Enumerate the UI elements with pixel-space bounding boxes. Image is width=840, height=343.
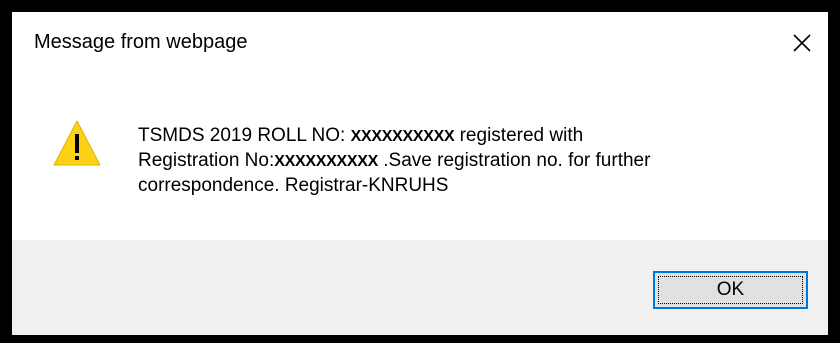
warning-icon — [53, 120, 101, 166]
dialog-message: TSMDS 2019 ROLL NO: XXXXXXXXXX registere… — [138, 124, 798, 198]
ok-button-label: OK — [716, 279, 745, 300]
message-text: correspondence. Registrar-KNRUHS — [138, 175, 449, 196]
message-text: registered with — [454, 125, 584, 146]
dialog-window: Message from webpage TSMDS 2019 ROLL NO:… — [0, 0, 840, 343]
dialog-titlebar: Message from webpage — [12, 12, 828, 74]
message-text: Registration No: — [138, 150, 275, 171]
message-text: .Save registration no. for further — [377, 150, 651, 171]
registration-number: XXXXXXXXXX — [274, 153, 378, 170]
close-button[interactable] — [776, 12, 828, 74]
message-text: TSMDS 2019 ROLL NO: — [138, 125, 351, 146]
roll-number: XXXXXXXXXX — [350, 128, 455, 145]
close-icon — [793, 34, 811, 52]
dialog-title: Message from webpage — [34, 31, 248, 53]
dialog-footer: OK — [12, 240, 828, 335]
ok-button[interactable]: OK — [653, 271, 808, 309]
dialog-content: TSMDS 2019 ROLL NO: XXXXXXXXXX registere… — [12, 74, 828, 240]
